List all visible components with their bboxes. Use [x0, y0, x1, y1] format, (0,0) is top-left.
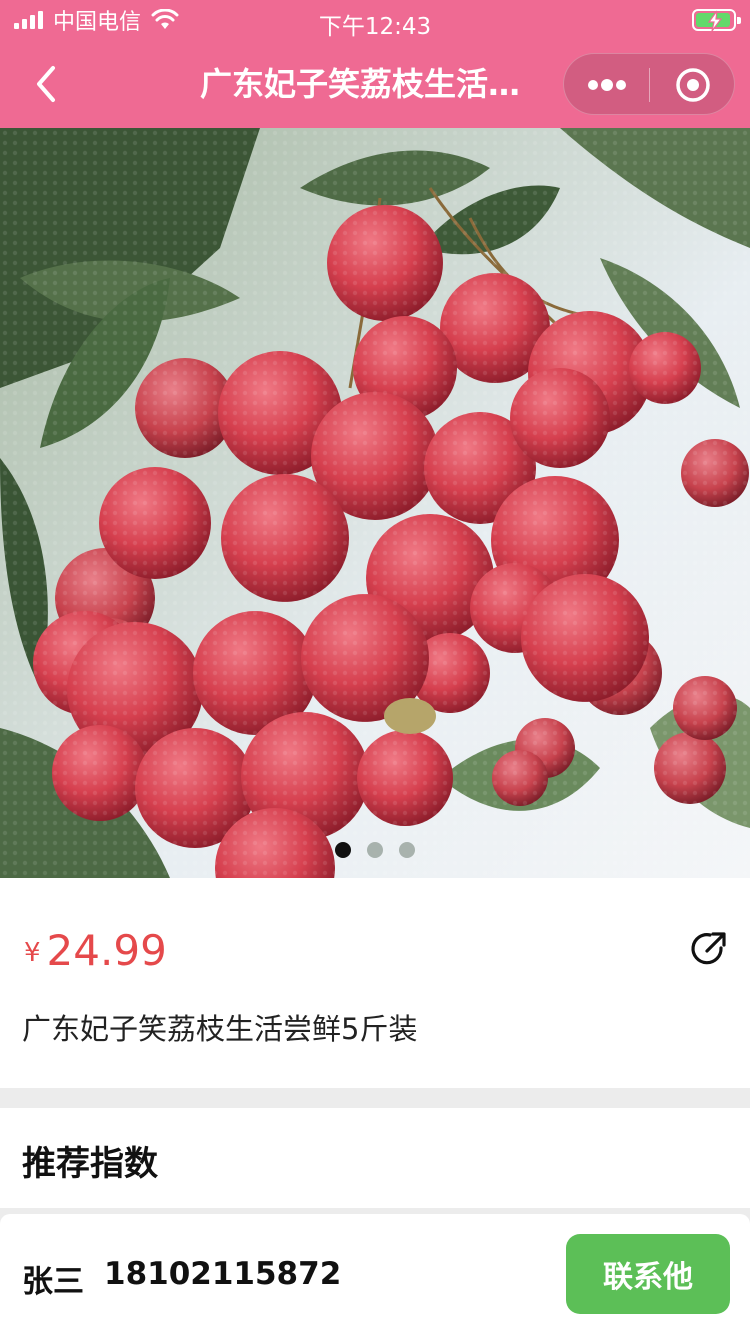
carousel-dot[interactable]	[335, 842, 351, 858]
contact-button[interactable]: 联系他	[566, 1234, 730, 1314]
product-image-carousel[interactable]	[0, 128, 750, 878]
more-dots-icon	[588, 79, 626, 91]
product-info-card: ¥24.99 广东妃子笑荔枝生活尝鲜5斤装	[0, 878, 750, 1088]
seller-name: 张三	[22, 1264, 84, 1300]
currency-symbol: ¥	[24, 938, 41, 968]
product-name: 广东妃子笑荔枝生活尝鲜5斤装	[22, 1012, 418, 1046]
mini-program-close-icon	[676, 68, 710, 102]
recommend-section: 推荐指数	[0, 1108, 750, 1208]
back-button[interactable]	[22, 60, 70, 108]
status-time: 下午12:43	[318, 14, 432, 40]
battery-icon	[692, 9, 741, 32]
mini-program-capsule	[563, 53, 735, 115]
page-title: 广东妃子笑荔枝生活…	[200, 65, 521, 103]
share-icon	[691, 932, 726, 965]
chevron-left-icon	[37, 66, 55, 102]
more-button[interactable]	[564, 54, 650, 116]
contact-bar: 张三 18102115872 联系他	[0, 1214, 750, 1334]
share-button[interactable]	[688, 928, 730, 970]
section-title: 推荐指数	[22, 1144, 158, 1184]
battery-cap	[737, 17, 741, 24]
carousel-indicator	[0, 842, 750, 858]
price-value: 24.99	[46, 926, 167, 975]
price: ¥24.99	[24, 926, 167, 975]
product-photo	[0, 128, 750, 878]
carousel-dot[interactable]	[399, 842, 415, 858]
carousel-dot[interactable]	[367, 842, 383, 858]
close-button[interactable]	[650, 54, 736, 116]
status-bar: 中国电信 下午12:43	[0, 0, 750, 40]
nav-bar: 广东妃子笑荔枝生活…	[0, 40, 750, 128]
seller-phone: 18102115872	[104, 1256, 342, 1292]
charging-bolt-icon	[707, 10, 723, 32]
